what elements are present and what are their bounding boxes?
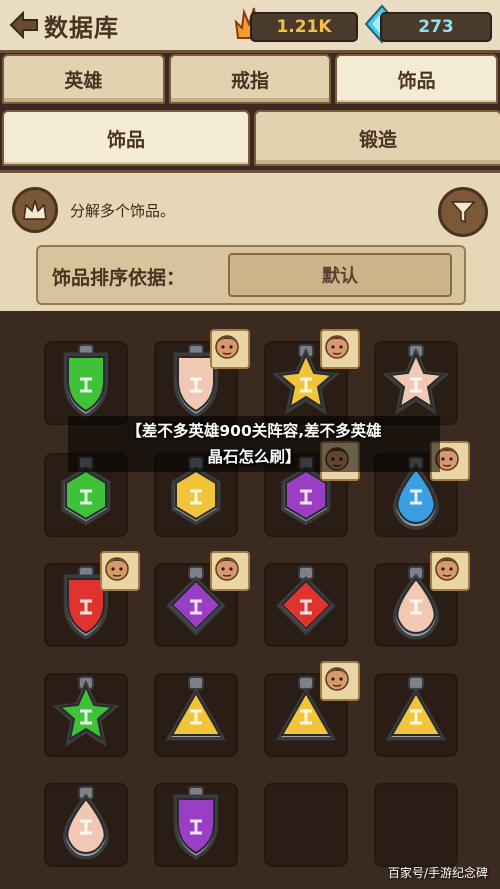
- inventory-slot[interactable]: [264, 783, 348, 867]
- article-headline: 【差不多英雄900关阵容,差不多英雄 晶石怎么刷】: [68, 416, 440, 472]
- gem-amount: 273: [418, 17, 454, 37]
- gold-amount: 1.21K: [276, 17, 332, 37]
- dismantle-text: 分解多个饰品。: [70, 202, 176, 220]
- inventory-slot[interactable]: [44, 551, 140, 647]
- inventory-slot[interactable]: [44, 673, 128, 757]
- funnel-icon: [450, 201, 476, 224]
- inventory-slot[interactable]: [154, 783, 238, 867]
- hero-face-icon: [435, 557, 459, 581]
- accessory-icon: [63, 344, 109, 418]
- hero-face-icon: [325, 335, 349, 359]
- headline-line-2: 晶石怎么刷】: [207, 448, 301, 466]
- accessory-icon: [385, 676, 447, 741]
- sort-box: 饰品排序依据： 默认: [36, 245, 466, 305]
- inventory-slot[interactable]: [44, 783, 128, 867]
- gem-counter: 273: [380, 12, 492, 42]
- tab-rings[interactable]: 戒指: [168, 54, 332, 104]
- secondary-tabs: 饰品 锻造: [0, 110, 500, 166]
- inventory-slot[interactable]: [374, 783, 458, 867]
- inventory-slot[interactable]: [44, 341, 128, 425]
- inventory-slot[interactable]: [154, 551, 250, 647]
- inventory-slot[interactable]: [374, 673, 458, 757]
- inventory-slot[interactable]: [264, 661, 360, 757]
- accessory-panel: 分解多个饰品。 饰品排序依据： 默认: [0, 170, 500, 314]
- hero-portrait: [430, 551, 470, 591]
- top-bar: 数据库 1.21K 273: [0, 0, 500, 53]
- sort-dropdown[interactable]: 默认: [228, 253, 452, 297]
- hero-portrait: [100, 551, 140, 591]
- sort-label: 饰品排序依据：: [52, 267, 186, 289]
- inventory-slot[interactable]: [264, 329, 360, 425]
- inventory-slot[interactable]: [374, 551, 470, 647]
- crown-icon: [23, 199, 47, 220]
- tab-accessories[interactable]: 饰品: [335, 54, 499, 104]
- accessory-icon: [382, 344, 450, 415]
- tab-heroes[interactable]: 英雄: [2, 54, 165, 104]
- inventory-area: [0, 311, 500, 889]
- back-button[interactable]: [8, 10, 40, 40]
- accessory-icon: [62, 786, 109, 860]
- hero-portrait: [210, 551, 250, 591]
- accessory-icon: [52, 676, 120, 747]
- inventory-slot[interactable]: [154, 329, 250, 425]
- hero-portrait: [320, 661, 360, 701]
- accessory-icon: [173, 786, 219, 860]
- gold-counter: 1.21K: [250, 12, 358, 42]
- headline-line-1: 【差不多英雄900关阵容,差不多英雄: [126, 422, 382, 440]
- primary-tabs: 英雄 戒指 饰品: [0, 54, 500, 104]
- tab-accessories-list[interactable]: 饰品: [2, 110, 250, 166]
- accessory-icon: [276, 566, 336, 636]
- page-title: 数据库: [44, 14, 119, 42]
- hero-face-icon: [215, 335, 239, 359]
- hero-face-icon: [105, 557, 129, 581]
- dismantle-button[interactable]: [12, 187, 58, 233]
- hero-face-icon: [215, 557, 239, 581]
- inventory-slot[interactable]: [374, 341, 458, 425]
- watermark: 百家号/手游纪念碑: [387, 866, 488, 880]
- hero-portrait: [320, 329, 360, 369]
- inventory-slot[interactable]: [264, 563, 348, 647]
- inventory-slot[interactable]: [154, 673, 238, 757]
- accessory-icon: [165, 676, 227, 741]
- back-arrow-icon: [9, 11, 38, 39]
- hero-portrait: [210, 329, 250, 369]
- filter-button[interactable]: [438, 187, 488, 237]
- tab-forge[interactable]: 锻造: [254, 110, 500, 166]
- hero-face-icon: [325, 667, 349, 691]
